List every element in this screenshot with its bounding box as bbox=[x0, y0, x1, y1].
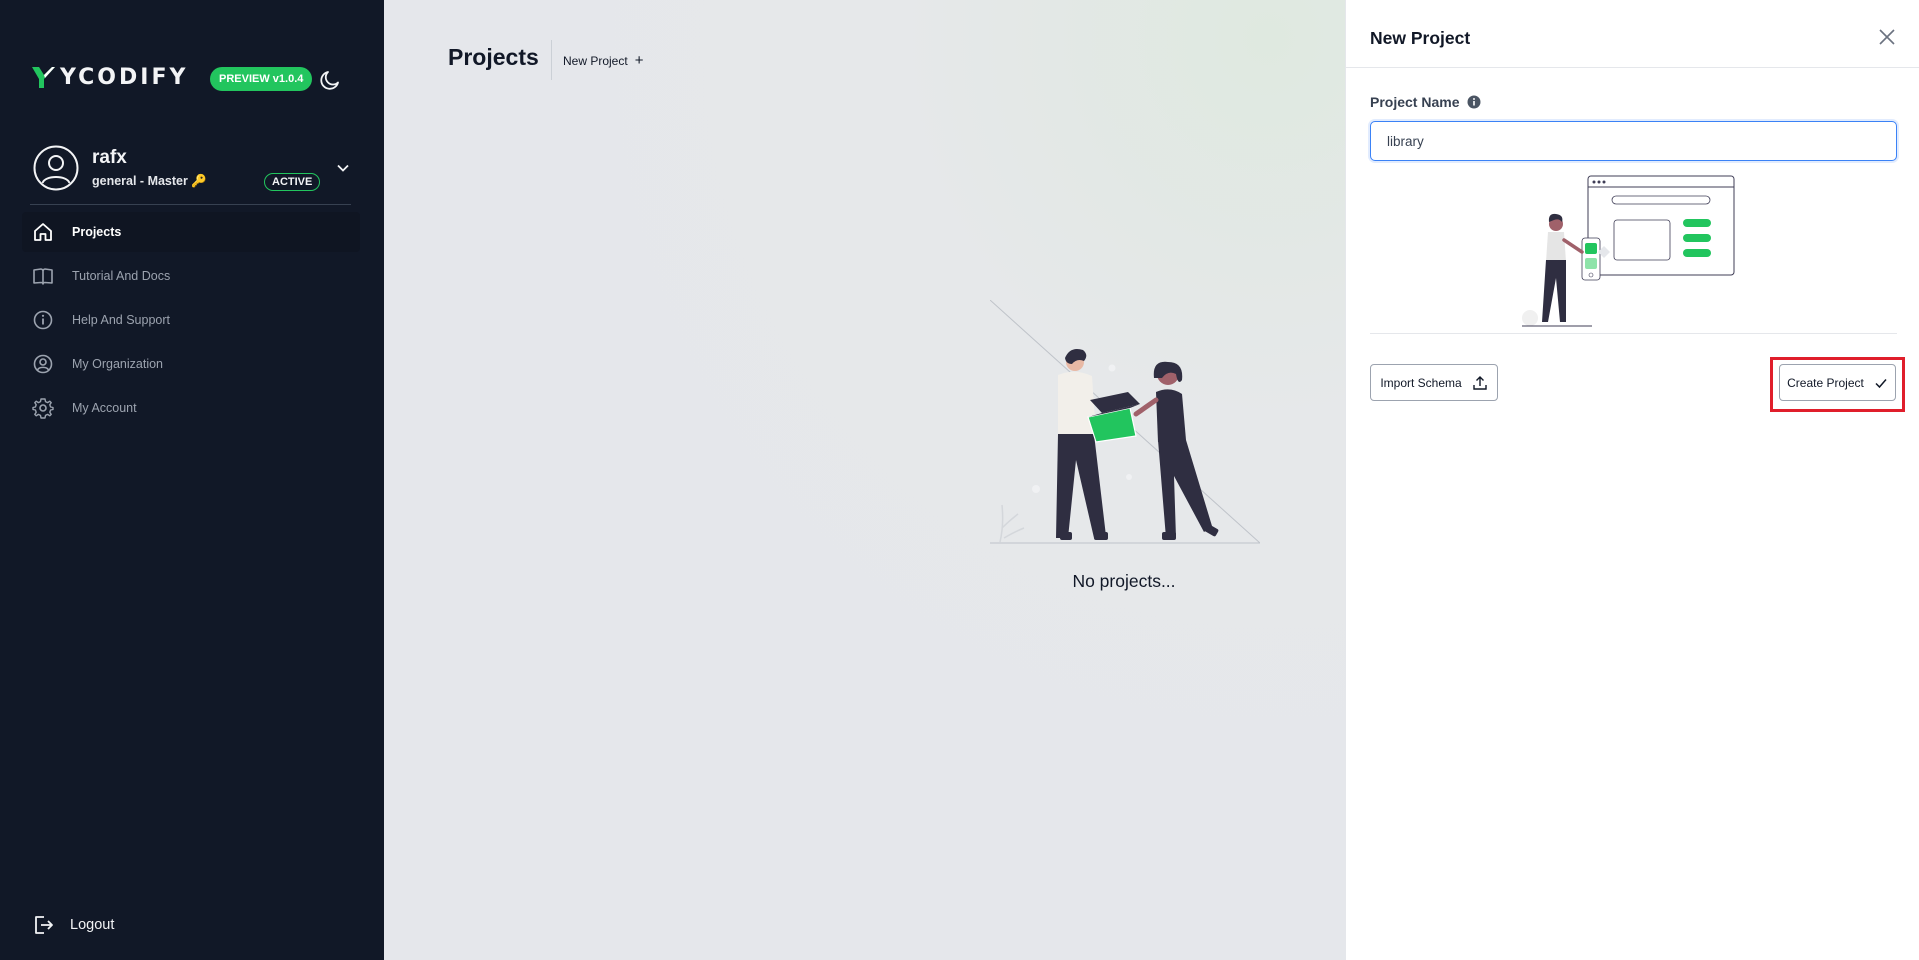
sidebar-item-label: Tutorial And Docs bbox=[72, 269, 171, 283]
user-role: general - Master 🔑 bbox=[92, 174, 207, 188]
empty-state-illustration bbox=[990, 300, 1260, 544]
main-content: Projects New Project + No projects... bbox=[384, 0, 1345, 960]
user-circle-icon bbox=[33, 354, 53, 374]
logout-icon bbox=[35, 916, 53, 934]
sidebar-item-account[interactable]: My Account bbox=[22, 388, 360, 428]
page-title: Projects bbox=[448, 44, 539, 70]
user-name: rafx bbox=[92, 147, 127, 168]
gear-icon bbox=[32, 398, 54, 419]
home-icon bbox=[34, 223, 52, 241]
logo-mark-icon bbox=[32, 67, 55, 88]
divider bbox=[551, 40, 552, 80]
upload-icon bbox=[1472, 375, 1487, 390]
divider bbox=[1370, 333, 1897, 334]
moon-icon[interactable] bbox=[318, 68, 342, 92]
status-badge: ACTIVE bbox=[264, 173, 321, 191]
create-project-button[interactable]: Create Project bbox=[1779, 364, 1896, 401]
info-circle-icon bbox=[33, 310, 53, 330]
logout-label: Logout bbox=[70, 917, 115, 933]
avatar bbox=[33, 145, 79, 191]
project-name-label-text: Project Name bbox=[1370, 94, 1460, 110]
sidebar-nav: Projects Tutorial And Docs Help And Supp… bbox=[22, 212, 360, 432]
sidebar-item-projects[interactable]: Projects bbox=[22, 212, 360, 252]
sidebar: YCODIFY PREVIEW v1.0.4 rafx general - Ma… bbox=[0, 0, 384, 960]
project-name-label: Project Name bbox=[1370, 94, 1481, 110]
sidebar-item-tutorial[interactable]: Tutorial And Docs bbox=[22, 256, 360, 296]
sidebar-item-label: My Account bbox=[72, 401, 137, 415]
brand-logo[interactable]: YCODIFY bbox=[30, 64, 188, 90]
sidebar-item-label: Help And Support bbox=[72, 313, 170, 327]
logout-button[interactable]: Logout bbox=[32, 914, 114, 936]
info-icon[interactable] bbox=[1467, 95, 1481, 109]
chevron-down-icon[interactable] bbox=[336, 161, 350, 175]
new-project-label: New Project bbox=[563, 53, 628, 68]
sidebar-item-label: Projects bbox=[72, 225, 122, 239]
sidebar-item-label: My Organization bbox=[72, 357, 164, 371]
drawer-header: New Project bbox=[1346, 0, 1919, 68]
logo-text: YCODIFY bbox=[60, 64, 189, 90]
book-icon bbox=[33, 268, 53, 285]
import-schema-button[interactable]: Import Schema bbox=[1370, 364, 1498, 401]
close-icon[interactable] bbox=[1878, 28, 1896, 46]
plus-icon: + bbox=[634, 52, 644, 69]
new-project-drawer: New Project Project Name library Import … bbox=[1345, 0, 1919, 960]
import-schema-label: Import Schema bbox=[1380, 375, 1462, 390]
sidebar-item-help[interactable]: Help And Support bbox=[22, 300, 360, 340]
divider bbox=[30, 204, 351, 205]
user-profile[interactable]: rafx general - Master 🔑 ACTIVE bbox=[30, 143, 350, 203]
empty-state-text: No projects... bbox=[1072, 571, 1176, 591]
form-illustration bbox=[1522, 175, 1735, 327]
drawer-title: New Project bbox=[1370, 28, 1471, 48]
sidebar-item-organization[interactable]: My Organization bbox=[22, 344, 360, 384]
create-project-label: Create Project bbox=[1787, 375, 1864, 390]
version-badge: PREVIEW v1.0.4 bbox=[210, 67, 313, 91]
check-icon bbox=[1875, 378, 1887, 388]
project-name-input[interactable] bbox=[1370, 121, 1897, 161]
new-project-button[interactable]: New Project + bbox=[563, 52, 643, 69]
